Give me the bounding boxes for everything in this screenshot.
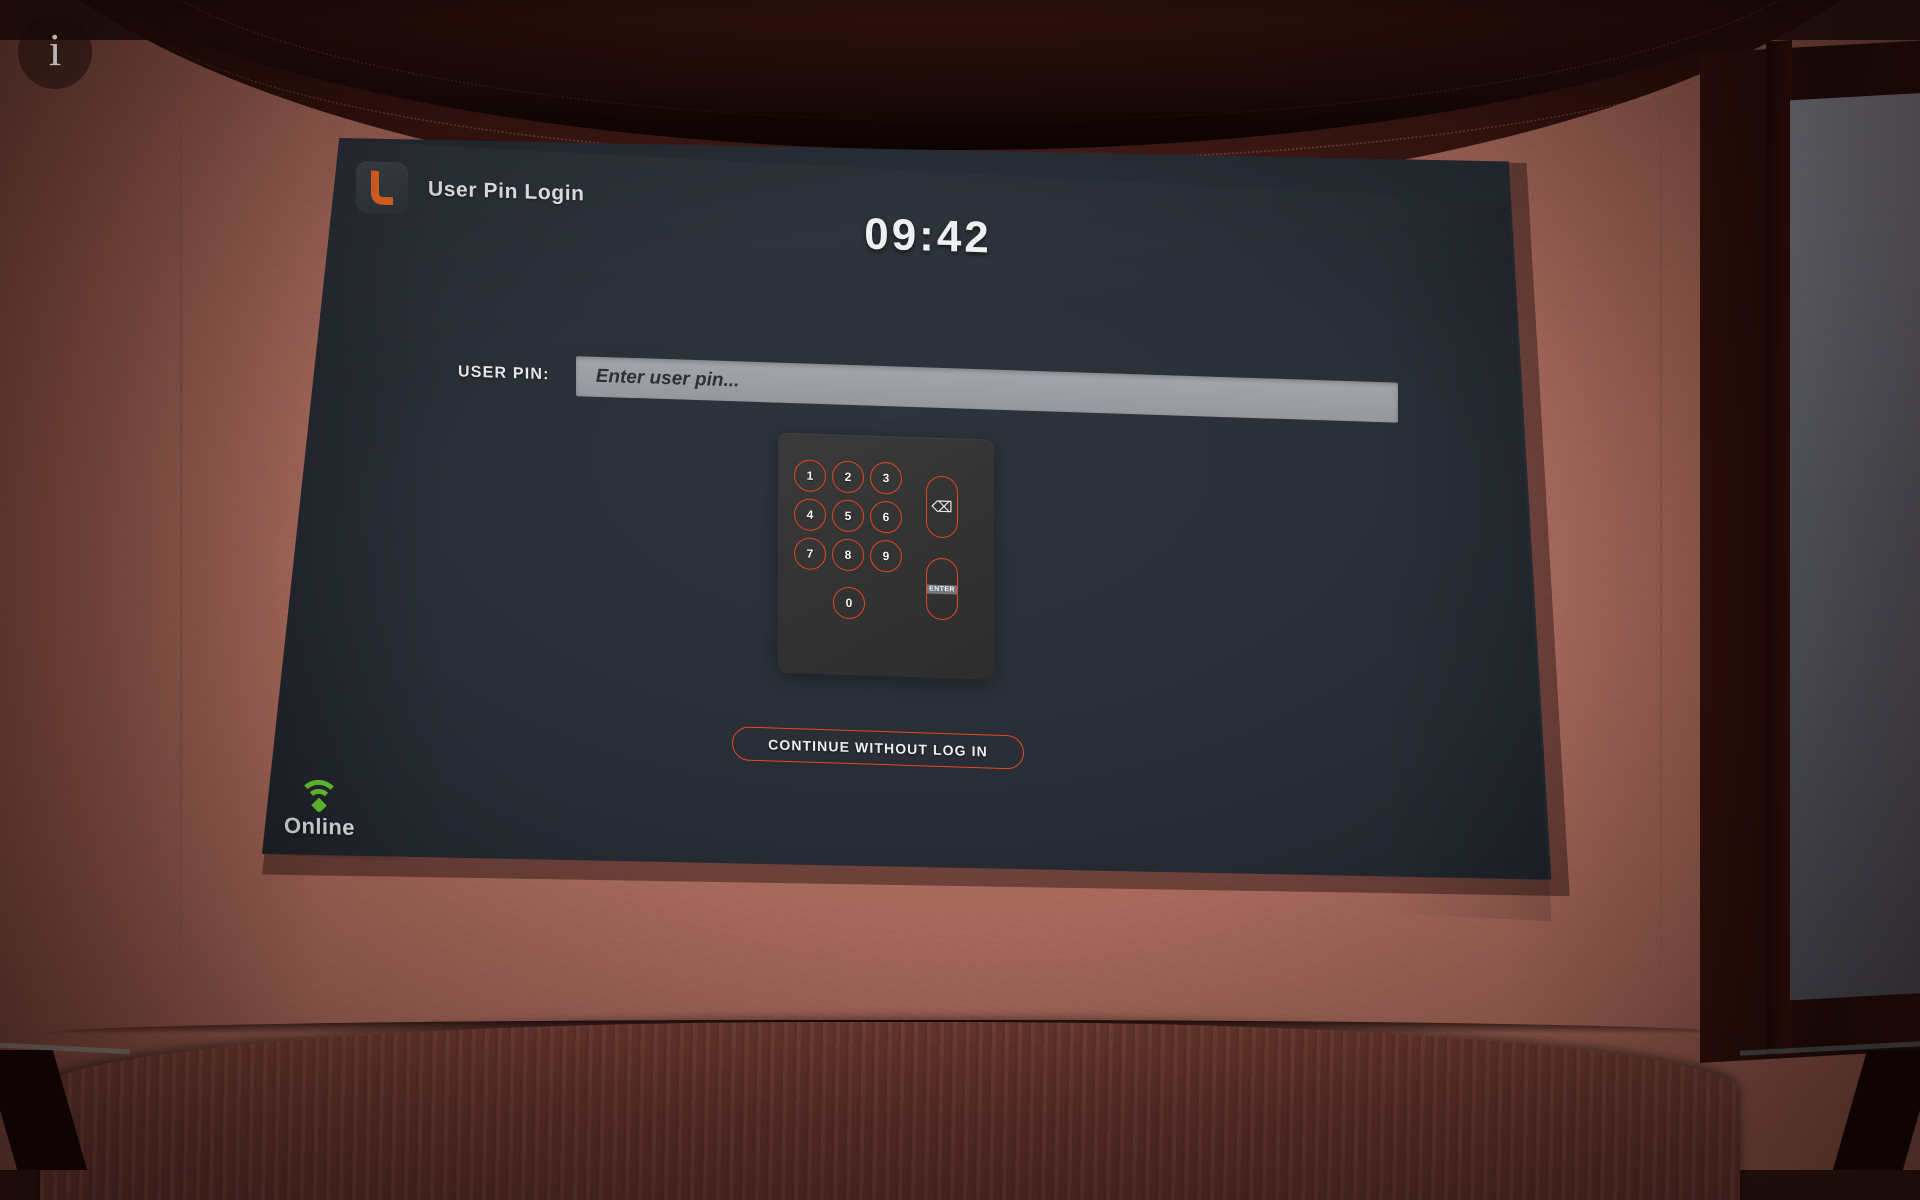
user-pin-row: USER PIN: [458,352,1398,423]
continue-without-login-button[interactable]: CONTINUE WITHOUT LOG IN [732,726,1024,770]
monitor: User Pin Login 09:42 USER PIN: 1 2 3 4 5… [262,138,1594,898]
keypad-zero-row: 0 [794,585,904,621]
keypad-enter-button[interactable]: ENTER [926,557,958,621]
keypad-backspace-button[interactable]: ⌫ [926,475,958,539]
keypad-key-0[interactable]: 0 [833,586,865,620]
login-screen-ui: User Pin Login 09:42 USER PIN: 1 2 3 4 5… [262,138,1594,941]
keypad-key-1[interactable]: 1 [794,459,826,493]
user-pin-input[interactable] [575,356,1398,423]
backspace-icon: ⌫ [931,498,953,516]
connection-status: Online [284,779,355,841]
keypad-key-4[interactable]: 4 [794,498,826,532]
info-icon: i [48,24,62,75]
wifi-icon [296,779,342,823]
desk-surface [40,1022,1740,1200]
keypad-key-6[interactable]: 6 [870,500,902,534]
keypad-key-5[interactable]: 5 [832,499,864,533]
keypad-key-9[interactable]: 9 [870,539,902,573]
keypad-key-3[interactable]: 3 [870,461,902,495]
keypad-digit-grid: 1 2 3 4 5 6 7 8 9 [794,459,904,573]
room-scene: User Pin Login 09:42 USER PIN: 1 2 3 4 5… [0,0,1920,1200]
keypad-key-8[interactable]: 8 [832,538,864,572]
keypad-key-2[interactable]: 2 [832,460,864,494]
numeric-keypad: 1 2 3 4 5 6 7 8 9 0 ⌫ ENTER [778,432,994,680]
user-pin-label: USER PIN: [458,363,550,384]
info-button[interactable]: i [18,15,92,89]
clock-display: 09:42 [864,209,992,263]
keypad-key-7[interactable]: 7 [794,537,826,571]
keypad-enter-label: ENTER [927,583,957,594]
